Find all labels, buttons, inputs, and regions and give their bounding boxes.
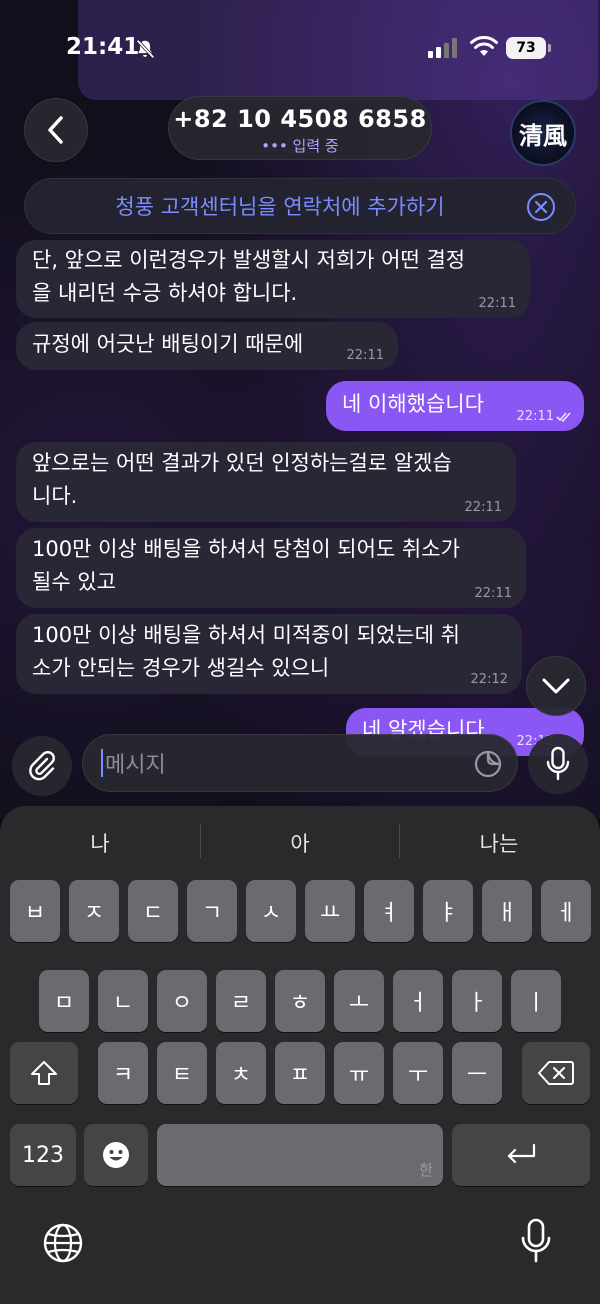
key[interactable]: ㅊ: [216, 1042, 266, 1104]
shift-key[interactable]: [10, 1042, 78, 1104]
message-time: 22:11: [346, 348, 384, 363]
key[interactable]: ㅑ: [423, 880, 473, 942]
avatar-text: 清風: [519, 120, 567, 150]
suggestion-2[interactable]: 아: [202, 828, 398, 858]
message-line: 을 내리던 수긍 하셔야 합니다.: [32, 281, 298, 305]
suggestion-divider: [399, 824, 400, 858]
key[interactable]: ㄹ: [216, 970, 266, 1032]
sticker-icon[interactable]: [473, 749, 503, 779]
status-bar: 21:41 73: [0, 0, 600, 96]
dictation-microphone-icon[interactable]: [520, 1218, 552, 1264]
key[interactable]: ㅋ: [98, 1042, 148, 1104]
read-checks-icon: [556, 412, 571, 423]
message-bubble[interactable]: 100만 이상 배팅을 하셔서 당첨이 되어도 취소가 될수 있고 22:11: [16, 528, 526, 608]
key[interactable]: ㅁ: [39, 970, 89, 1032]
close-icon[interactable]: [527, 193, 555, 221]
key[interactable]: ㅐ: [482, 880, 532, 942]
key[interactable]: ㅏ: [452, 970, 502, 1032]
key[interactable]: ㄴ: [98, 970, 148, 1032]
space-language-hint: 한: [419, 1161, 433, 1179]
battery-indicator: 73: [506, 37, 551, 59]
key[interactable]: ㅇ: [157, 970, 207, 1032]
message-time: 22:11: [516, 409, 554, 424]
key[interactable]: ㅛ: [305, 880, 355, 942]
chat-title[interactable]: +82 10 4508 6858 ••• 입력 중: [168, 96, 432, 160]
emoji-key[interactable]: [84, 1124, 148, 1186]
space-key[interactable]: 한: [157, 1124, 443, 1186]
return-icon: [507, 1143, 536, 1164]
message-time: 22:11: [478, 296, 516, 311]
backspace-icon: [538, 1061, 574, 1085]
key[interactable]: ㅡ: [452, 1042, 502, 1104]
suggestion-divider: [200, 824, 201, 858]
suggestion-1[interactable]: 나: [2, 828, 198, 858]
message-line: 단, 앞으로 이런경우가 발생할시 저희가 어떤 결정: [32, 248, 466, 272]
message-line: 100만 이상 배팅을 하셔서 당첨이 되어도 취소가: [32, 537, 460, 561]
add-contact-banner[interactable]: 청풍 고객센터님을 연락처에 추가하기: [24, 178, 576, 234]
message-line: 100만 이상 배팅을 하셔서 미적중이 되었는데 취: [32, 623, 460, 647]
avatar[interactable]: 清風: [510, 100, 576, 166]
message-time: 22:11: [474, 586, 512, 601]
key[interactable]: ㅗ: [334, 970, 384, 1032]
key[interactable]: ㅈ: [69, 880, 119, 942]
message-bubble[interactable]: 단, 앞으로 이런경우가 발생할시 저희가 어떤 결정 을 내리던 수긍 하셔야…: [16, 240, 530, 318]
globe-icon[interactable]: [42, 1222, 84, 1264]
suggestion-3[interactable]: 나는: [401, 828, 597, 858]
mute-bell-icon: [136, 39, 155, 59]
message-input[interactable]: 메시지: [82, 734, 518, 792]
message-time: 22:11: [464, 500, 502, 515]
text-caret: [101, 749, 103, 777]
add-contact-text: 청풍 고객센터님을 연락처에 추가하기: [115, 195, 445, 219]
message-bubble[interactable]: 규정에 어긋난 배팅이기 때문에 22:11: [16, 322, 398, 370]
message-line: 소가 안되는 경우가 생길수 있으니: [32, 656, 330, 680]
chevron-down-icon: [542, 678, 570, 694]
message-line: 앞으로는 어떤 결과가 있던 인정하는걸로 알겠습: [32, 451, 452, 475]
back-chevron-icon: [48, 116, 63, 144]
attach-button[interactable]: [12, 736, 72, 796]
wifi-icon: [470, 36, 498, 56]
message-bubble[interactable]: 앞으로는 어떤 결과가 있던 인정하는걸로 알겠습 니다. 22:11: [16, 442, 516, 522]
message-bubble[interactable]: 네 이해했습니다 22:11: [326, 381, 584, 431]
key[interactable]: ㅜ: [393, 1042, 443, 1104]
paperclip-icon: [29, 751, 55, 781]
key[interactable]: ㅌ: [157, 1042, 207, 1104]
keyboard: 나 아 나는 ㅂ ㅈ ㄷ ㄱ ㅅ ㅛ ㅕ ㅑ ㅐ ㅔ ㅁ ㄴ ㅇ ㄹ ㅎ ㅗ ㅓ…: [0, 806, 600, 1304]
scroll-down-button[interactable]: [526, 656, 586, 716]
key[interactable]: ㅠ: [334, 1042, 384, 1104]
back-button[interactable]: [24, 98, 88, 162]
typing-indicator: ••• 입력 중: [261, 137, 339, 155]
emoji-icon: [103, 1142, 129, 1168]
return-key[interactable]: [452, 1124, 590, 1186]
key[interactable]: ㅎ: [275, 970, 325, 1032]
key[interactable]: ㅅ: [246, 880, 296, 942]
message-time: 22:12: [470, 672, 508, 687]
key[interactable]: ㅍ: [275, 1042, 325, 1104]
message-bubble[interactable]: 100만 이상 배팅을 하셔서 미적중이 되었는데 취 소가 안되는 경우가 생…: [16, 614, 522, 694]
shift-icon: [31, 1061, 57, 1085]
status-time: 21:41: [66, 34, 140, 60]
key[interactable]: ㅂ: [10, 880, 60, 942]
microphone-icon: [546, 746, 570, 781]
key[interactable]: ㄱ: [187, 880, 237, 942]
message-line: 될수 있고: [32, 570, 116, 594]
key[interactable]: ㅕ: [364, 880, 414, 942]
key[interactable]: ㅣ: [511, 970, 561, 1032]
message-line: 니다.: [32, 484, 78, 508]
message-line: 규정에 어긋난 배팅이기 때문에: [32, 332, 304, 356]
voice-message-button[interactable]: [528, 734, 588, 794]
signal-icon: [428, 38, 457, 58]
key[interactable]: ㅓ: [393, 970, 443, 1032]
backspace-key[interactable]: [522, 1042, 590, 1104]
contact-name: +82 10 4508 6858: [173, 105, 427, 133]
key[interactable]: ㄷ: [128, 880, 178, 942]
key[interactable]: ㅔ: [541, 880, 591, 942]
numbers-key[interactable]: 123: [10, 1124, 76, 1186]
message-placeholder: 메시지: [105, 753, 166, 778]
